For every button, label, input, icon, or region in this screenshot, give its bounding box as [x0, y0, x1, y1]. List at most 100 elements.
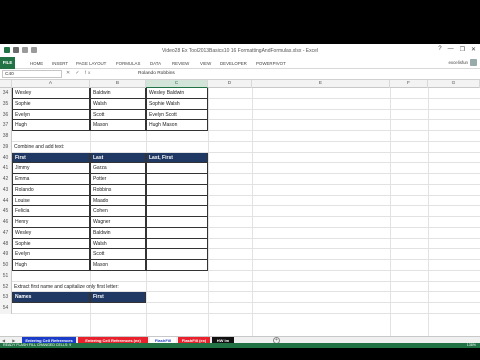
cell-b[interactable]: Baldwin — [90, 88, 146, 99]
cell-b[interactable]: Scott — [90, 109, 146, 121]
tab-formulas[interactable]: FORMULAS — [116, 61, 140, 66]
row-header[interactable]: 52 — [0, 281, 12, 293]
select-all-corner[interactable] — [0, 80, 12, 88]
cell-a[interactable]: Wesley — [12, 227, 90, 239]
cell-a[interactable]: Combine and add text: — [12, 142, 262, 153]
cell-c[interactable]: Wesley Baldwin — [146, 88, 208, 99]
row-header[interactable]: 48 — [0, 238, 12, 250]
cell-b[interactable]: First — [90, 292, 146, 303]
cell-b[interactable]: Scott — [90, 249, 146, 260]
restore-icon[interactable]: ❐ — [460, 46, 465, 53]
tab-developer[interactable]: DEVELOPER — [220, 61, 247, 66]
row-header[interactable]: 49 — [0, 249, 12, 260]
tab-data[interactable]: DATA — [150, 61, 161, 66]
cell-c[interactable]: Hugh Mason — [146, 120, 208, 131]
cell-c[interactable] — [146, 249, 208, 260]
cell-c[interactable]: Evelyn Scott — [146, 109, 208, 121]
cell-c[interactable]: Last, First — [146, 152, 208, 164]
cell-c[interactable]: Sophie Walsh — [146, 98, 208, 110]
row-header[interactable]: 53 — [0, 292, 12, 303]
cell-c[interactable] — [146, 163, 208, 174]
cell-b[interactable]: Last — [90, 152, 146, 164]
cell-a[interactable]: Felicia — [12, 206, 90, 217]
row-header[interactable]: 41 — [0, 163, 12, 174]
column-header-f[interactable]: F — [390, 80, 428, 88]
row-header[interactable]: 45 — [0, 206, 12, 217]
row-header[interactable]: 38 — [0, 131, 12, 142]
row-header[interactable]: 46 — [0, 217, 12, 228]
row-header[interactable]: 47 — [0, 227, 12, 239]
row-header[interactable]: 42 — [0, 174, 12, 185]
close-icon[interactable]: ✕ — [471, 46, 476, 53]
column-header-c[interactable]: C — [146, 80, 208, 88]
formula-buttons[interactable]: ✕ ✓ fx — [66, 71, 92, 76]
zoom-level[interactable]: 136% — [467, 343, 476, 348]
name-box[interactable]: C40 — [2, 70, 62, 78]
column-header-e[interactable]: E — [252, 80, 390, 88]
cell-a[interactable]: Evelyn — [12, 249, 90, 260]
cell-a[interactable]: Wesley — [12, 88, 90, 99]
row-header[interactable]: 37 — [0, 120, 12, 131]
row-header[interactable]: 50 — [0, 260, 12, 271]
column-header-a[interactable]: A — [12, 80, 90, 88]
cell-c[interactable] — [146, 217, 208, 228]
cell-c[interactable] — [146, 184, 208, 196]
row-header[interactable]: 36 — [0, 109, 12, 121]
tab-powerpivot[interactable]: POWERPIVOT — [256, 61, 286, 66]
row-header[interactable]: 51 — [0, 270, 12, 282]
cell-b[interactable]: Potter — [90, 174, 146, 185]
column-header-d[interactable]: D — [208, 80, 252, 88]
row-header[interactable]: 54 — [0, 303, 12, 314]
cell-b[interactable]: Maado — [90, 195, 146, 207]
cell-a[interactable]: Sophie — [12, 98, 90, 110]
row-header[interactable]: 44 — [0, 195, 12, 207]
cell-c[interactable] — [146, 238, 208, 250]
cell-a[interactable]: Evelyn — [12, 109, 90, 121]
cell-a[interactable]: Rolando — [12, 184, 90, 196]
cell-c[interactable] — [146, 227, 208, 239]
cell-c[interactable] — [146, 260, 208, 271]
cell-c[interactable] — [146, 174, 208, 185]
tab-home[interactable]: HOME — [30, 61, 43, 66]
minimize-icon[interactable]: — — [448, 46, 454, 53]
cell-c[interactable] — [146, 206, 208, 217]
help-icon[interactable]: ? — [438, 46, 441, 53]
cell-b[interactable]: Mason — [90, 260, 146, 271]
cell-a[interactable]: Jimmy — [12, 163, 90, 174]
tab-view[interactable]: VIEW — [200, 61, 211, 66]
cell-b[interactable]: Wagner — [90, 217, 146, 228]
cell-a[interactable]: Sophie — [12, 238, 90, 250]
cell-b[interactable]: Baldwin — [90, 227, 146, 239]
tab-review[interactable]: REVIEW — [172, 61, 189, 66]
cell-b[interactable]: Garza — [90, 163, 146, 174]
row-header[interactable]: 34 — [0, 88, 12, 99]
tab-file[interactable]: FILE — [0, 57, 15, 69]
cell-a[interactable]: Names — [12, 292, 90, 303]
cell-b[interactable]: Robbins — [90, 184, 146, 196]
formula-input[interactable]: Rolando Robbins — [138, 71, 175, 76]
cell-b[interactable]: Mason — [90, 120, 146, 131]
column-header-g[interactable]: G — [428, 80, 480, 88]
worksheet-grid[interactable]: 34 Wesley Baldwin Wesley Baldwin 35 Sophie Wal… — [0, 88, 480, 336]
cell-a[interactable]: Henry — [12, 217, 90, 228]
user-name[interactable]: excelisfun — [448, 60, 468, 65]
avatar[interactable] — [470, 59, 477, 66]
cell-b[interactable]: Walsh — [90, 238, 146, 250]
column-header-b[interactable]: B — [90, 80, 146, 88]
cell-c[interactable] — [146, 195, 208, 207]
row-header[interactable]: 43 — [0, 184, 12, 196]
row-header[interactable]: 35 — [0, 98, 12, 110]
row-header[interactable]: 39 — [0, 141, 12, 153]
cell-a[interactable]: Hugh — [12, 260, 90, 271]
cell-a[interactable]: Extract first name and capitalize only f… — [12, 282, 262, 293]
tab-insert[interactable]: INSERT — [52, 61, 68, 66]
cell-a[interactable]: Emma — [12, 174, 90, 185]
row-header[interactable]: 40 — [0, 152, 12, 164]
cell-b[interactable]: Walsh — [90, 98, 146, 110]
tab-page-layout[interactable]: PAGE LAYOUT — [76, 61, 106, 66]
cell-a[interactable]: Hugh — [12, 120, 90, 131]
cell-a[interactable]: Louise — [12, 195, 90, 207]
table-row: 54 — [0, 303, 480, 314]
cell-b[interactable]: Cohen — [90, 206, 146, 217]
cell-a[interactable]: First — [12, 152, 90, 164]
